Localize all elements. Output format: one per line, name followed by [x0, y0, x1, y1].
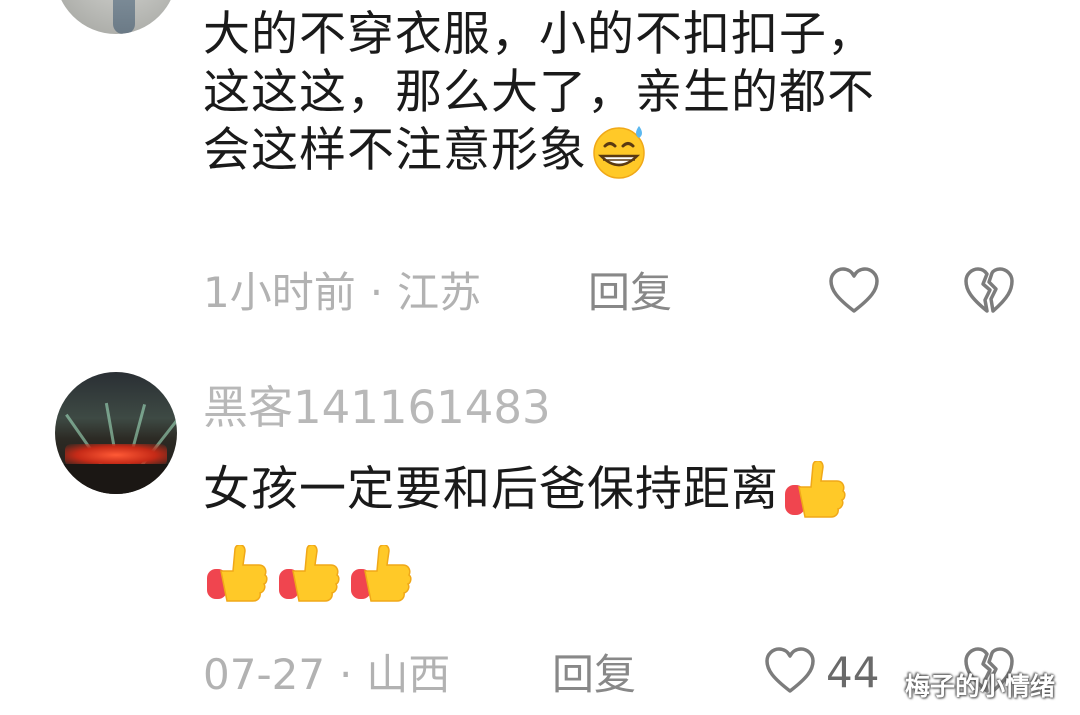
- comment-meta: 07-27 · 山西: [203, 650, 450, 700]
- heart-outline-icon[interactable]: [827, 266, 881, 316]
- meta-separator: ·: [339, 650, 353, 699]
- like-count: 44: [826, 648, 880, 697]
- comment-text-line: 这这这，那么大了，亲生的都不: [203, 65, 875, 120]
- avatar-ground: [55, 464, 177, 494]
- avatar-figure: [113, 0, 135, 34]
- broken-heart-icon[interactable]: [962, 266, 1016, 316]
- thumbs-up-emoji-icon: [779, 460, 846, 519]
- comment-text-line: 会这样不注意形象: [203, 122, 1023, 180]
- comment-date: 07-27: [203, 650, 326, 699]
- comment-text: 大的不穿衣服，小的不扣扣子， 这这这，那么大了，亲生的都不 会这样不注意形象: [203, 6, 1023, 180]
- avatar-glow: [65, 444, 167, 466]
- thumbs-up-emoji-icon: [275, 544, 347, 603]
- comment-text-line: 大的不穿衣服，小的不扣扣子，: [203, 7, 875, 62]
- heart-outline-icon[interactable]: [763, 646, 817, 696]
- thumbs-up-emoji-icon: [203, 544, 275, 603]
- comment-location: 江苏: [397, 268, 482, 317]
- thumbs-up-emoji-icon: [347, 544, 419, 603]
- comment-meta: 1小时前 · 江苏: [203, 268, 481, 318]
- watermark: 梅子的小情绪: [905, 672, 1056, 701]
- grinning-sweat-emoji-icon: [587, 122, 651, 180]
- comment-emoji-line: [203, 544, 1023, 603]
- comment-text: 女孩一定要和后爸保持距离: [203, 460, 1023, 603]
- comment-text-line-content: 会这样不注意形象: [203, 123, 587, 178]
- comment-text-line-content: 女孩一定要和后爸保持距离: [203, 462, 779, 517]
- avatar[interactable]: [55, 372, 177, 494]
- comment-location: 山西: [366, 650, 451, 699]
- reply-button[interactable]: 回复: [552, 650, 636, 700]
- avatar[interactable]: [55, 0, 177, 34]
- comment-username[interactable]: 黑客141161483: [203, 380, 551, 436]
- reply-button[interactable]: 回复: [588, 268, 672, 318]
- comment-text-line: 女孩一定要和后爸保持距离: [203, 460, 1023, 519]
- meta-separator: ·: [369, 268, 384, 317]
- comment-time: 1小时前: [203, 268, 356, 317]
